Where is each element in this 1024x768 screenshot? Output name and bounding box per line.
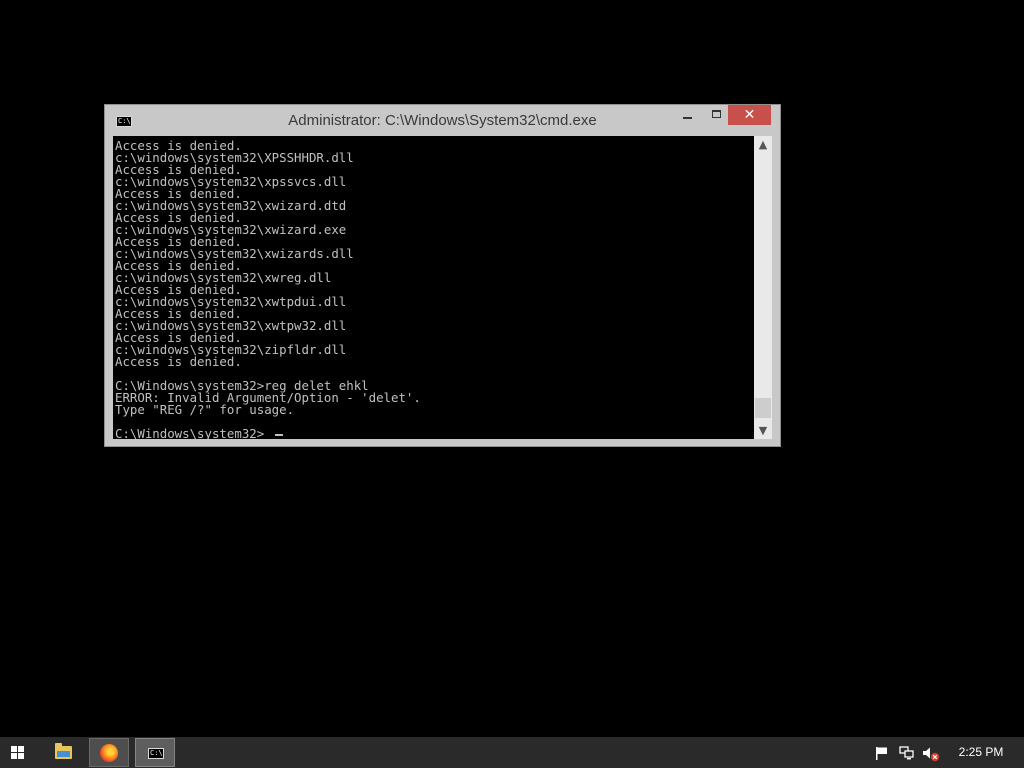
folder-icon [55, 743, 72, 759]
console-output[interactable]: Access is denied. c:\windows\system32\XPS… [113, 136, 754, 439]
taskbar-clock[interactable]: 2:25 PM [952, 745, 1010, 759]
console-line: Access is denied. [115, 354, 242, 369]
start-button[interactable] [0, 737, 36, 768]
taskbar: C:\ 2:25 PM [0, 737, 1024, 768]
taskbar-command-prompt[interactable]: C:\ [135, 738, 175, 767]
minimize-button[interactable] [674, 105, 702, 125]
scroll-down-arrow-icon[interactable]: ▼ [754, 422, 772, 439]
console-line: C:\Windows\system32> [115, 426, 265, 439]
firefox-icon [100, 744, 118, 762]
taskbar-firefox[interactable] [89, 738, 129, 767]
network-icon[interactable] [899, 746, 915, 760]
taskbar-file-explorer[interactable] [43, 738, 83, 767]
close-button[interactable]: ✕ [728, 105, 771, 125]
scroll-up-arrow-icon[interactable]: ▲ [754, 136, 772, 153]
text-cursor [275, 434, 283, 436]
flag-icon[interactable] [875, 746, 889, 760]
vertical-scrollbar[interactable]: ▲ ▼ [754, 136, 772, 439]
cmd-window: C:\ Administrator: C:\Windows\System32\c… [104, 104, 781, 447]
maximize-button[interactable] [703, 105, 730, 125]
cmd-icon: C:\ [148, 748, 164, 759]
windows-logo-pane [18, 753, 24, 759]
windows-logo-pane [18, 746, 24, 752]
console-line: Type "REG /?" for usage. [115, 402, 295, 417]
scrollbar-thumb[interactable] [755, 398, 771, 418]
close-icon: ✕ [743, 107, 756, 123]
title-bar[interactable]: C:\ Administrator: C:\Windows\System32\c… [105, 105, 780, 136]
windows-logo-pane [11, 753, 17, 759]
console-lines: Access is denied. c:\windows\system32\XPS… [113, 136, 754, 439]
volume-muted-icon[interactable] [922, 746, 940, 762]
windows-logo-pane [11, 746, 17, 752]
